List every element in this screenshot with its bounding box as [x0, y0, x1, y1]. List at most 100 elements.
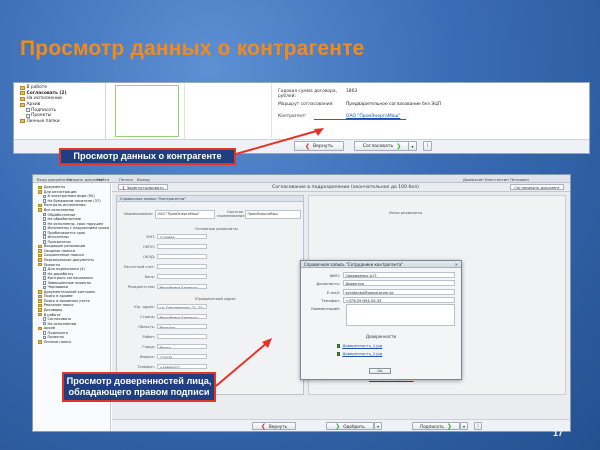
tree-item-label: Все исполнения: [43, 208, 75, 212]
chevron-down-icon: ▾: [462, 423, 465, 429]
ok-button[interactable]: Ок: [369, 367, 391, 374]
form-field-label: УНП:: [146, 234, 155, 239]
window-title: Справочная запись "Контрагенты": [117, 196, 303, 202]
tree-item-label: Персональные документы: [43, 258, 94, 263]
top-navigation-tree: В работе Согласовать (2) На исполнении Архи…: [14, 83, 106, 141]
sign-button[interactable]: Подписать ❯: [412, 422, 460, 430]
arrow-right-icon: ❯: [446, 422, 452, 430]
close-icon[interactable]: ✕: [455, 262, 458, 267]
toolbar-item[interactable]: Печать: [119, 177, 133, 182]
short-name-label: Краткое наименование:: [217, 210, 246, 218]
tree-item-label: Архив: [26, 102, 41, 108]
dialog-field-value: Свириденко А.П.: [343, 272, 455, 278]
document-icon: [43, 194, 46, 199]
paperclip-icon: ⦚: [477, 423, 479, 429]
paperclip-icon: ⦚: [426, 143, 429, 149]
tree-item-label: Черновики: [47, 285, 68, 290]
toolbar-item[interactable]: Дымочкин Константин Петрович: [463, 177, 529, 182]
form-field-label: Резидентство:: [127, 284, 155, 289]
bottom-action-bar: ❮ Вернуть ❯ Одобрить ▾ Подписать ❯ ▾ ⦚: [112, 419, 570, 431]
tree-item-label: Проекты: [47, 335, 65, 340]
tree-item-label: Сохраненные поиски: [43, 253, 84, 258]
file-icon: [337, 351, 341, 356]
form-field-label: Банк:: [144, 274, 155, 279]
folder-icon: [38, 208, 43, 212]
field-label: Годовая сумма договора, рублей:: [278, 89, 337, 99]
arrow-left-icon: ❮: [122, 184, 126, 190]
form-field-value: [157, 334, 207, 339]
folder-icon: [38, 294, 43, 299]
short-name-field: ПромЭнергоМаш: [245, 210, 301, 219]
tree-item-label: Для подписания (4): [47, 267, 85, 272]
form-field-value: Минск: [157, 344, 207, 349]
form-field-value: [157, 264, 207, 269]
form-field-value: [157, 254, 207, 259]
counterparty-record-window: Справочная запись "Контрагенты" Наименов…: [116, 195, 304, 395]
tree-item-label: Контроль согласования: [47, 276, 93, 281]
folder-icon: [38, 308, 43, 312]
callout-counterparty-data: Просмотр данных о контрагенте: [59, 148, 236, 165]
field-route: Маршрут согласования: Предварительное со…: [278, 102, 441, 107]
document-icon: [26, 113, 30, 118]
dialog-field-position: Должность: Директор: [307, 280, 455, 286]
powers-of-attorney-title: Доверенности: [365, 334, 397, 339]
document-icon: [43, 335, 46, 340]
power-of-attorney-link-2[interactable]: Доверенность_2.jpg: [337, 351, 382, 356]
tree-item[interactable]: Личные папки: [18, 119, 103, 125]
tree-item-label: На бумажном носителе (37): [47, 198, 101, 203]
tree-item-label: На доработку: [47, 271, 74, 276]
tree-item-label: Сводные поиски: [43, 248, 75, 253]
form-field-label: Город:: [142, 344, 155, 349]
folder-icon: [38, 303, 43, 308]
tree-item-label: В работе: [43, 312, 61, 317]
tree-item-label: Исполнены с нарушением срока: [47, 226, 110, 231]
return-button-label: Вернуть: [268, 423, 288, 429]
document-icon: [43, 212, 46, 217]
tree-item-label: В электронном виде (90): [47, 194, 95, 199]
comment-textarea[interactable]: [346, 304, 455, 326]
form-field-value: [157, 274, 207, 279]
folder-icon: [38, 249, 43, 253]
dialog-field-email: E-mail: sviridenko@gorod.prom.by: [307, 289, 455, 295]
dialog-title: Справочная запись "Сотрудники контрагент…: [304, 262, 404, 268]
folder-icon: [38, 258, 43, 262]
attachment-button[interactable]: ⦚: [474, 422, 482, 430]
approve-dropdown-button[interactable]: ▾: [374, 422, 382, 430]
toolbar-item[interactable]: Найти: [97, 177, 109, 182]
sign-button-label: Подписать: [420, 423, 444, 429]
callout-powers-of-attorney: Просмотр доверенностей лица, обладающего…: [62, 372, 216, 402]
folder-icon: [20, 119, 25, 124]
sign-dropdown-button[interactable]: ▾: [460, 422, 468, 430]
power-of-attorney-link-1[interactable]: Доверенность_1.jpg: [337, 343, 382, 348]
folder-icon: [20, 91, 25, 96]
tree-item[interactable]: Личные папки: [36, 340, 108, 345]
document-icon: [43, 330, 46, 335]
document-icon: [43, 321, 46, 326]
form-field-label: Область:: [138, 324, 155, 329]
return-button[interactable]: ❮ Вернуть: [252, 422, 296, 430]
dialog-field-value: sviridenko@gorod.prom.by: [343, 289, 455, 295]
folder-icon: [38, 253, 43, 258]
approve-dropdown-button[interactable]: ▾: [408, 141, 417, 151]
arrow-right-icon: ❯: [396, 142, 402, 150]
register-button[interactable]: ❮ Зарегистрировать: [118, 184, 168, 190]
document-icon: [43, 199, 46, 203]
app-toolbar: Вход документов Создать документ Найти Печа…: [33, 175, 570, 183]
approve-button[interactable]: ❯ Одобрить: [326, 422, 374, 430]
document-icon: [43, 285, 46, 290]
approve-button[interactable]: Согласовать ❯: [354, 141, 410, 151]
legal-address-section: Юридический адрес: [195, 296, 236, 301]
dialog-field-fio: ФИО: Свириденко А.П.: [307, 272, 455, 278]
approve-document-button[interactable]: Согласовать документ: [510, 184, 564, 190]
attachment-button[interactable]: ⦚: [423, 141, 432, 151]
arrow-right-icon: ❯: [335, 422, 341, 430]
form-field-label: Расчетный счет:: [123, 264, 155, 269]
folder-icon: [20, 102, 25, 107]
dialog-field-label: ФИО:: [329, 272, 340, 278]
callout-line: Просмотр доверенностей лица,: [66, 375, 212, 386]
toolbar-item[interactable]: Выход: [137, 177, 150, 182]
folder-icon: [38, 262, 43, 267]
form-field-label: Индекс:: [139, 354, 155, 359]
dialog-field-label: Телефон:: [321, 297, 340, 303]
dialog-field-value: Директор: [343, 280, 455, 286]
